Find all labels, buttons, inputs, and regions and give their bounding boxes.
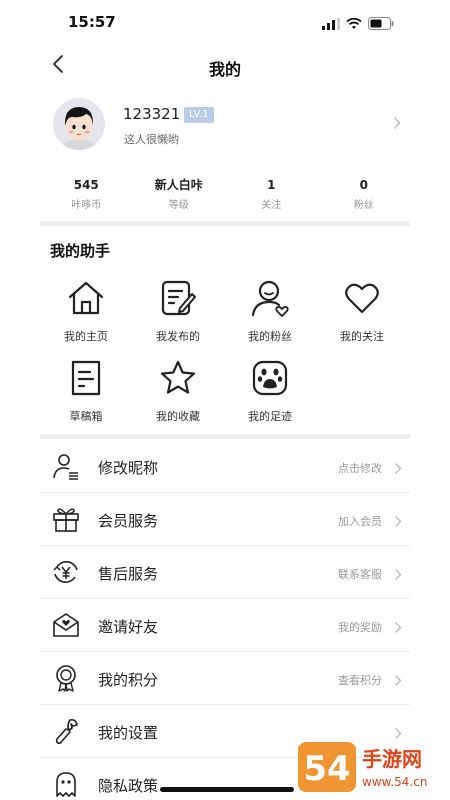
stat-label: 咔哆币 [71, 200, 102, 211]
chevron-right-icon [394, 566, 402, 585]
grid-item-following[interactable]: 我的关注 [316, 278, 408, 346]
chevron-right-icon [394, 672, 402, 691]
grid-label: 我的关注 [340, 330, 384, 343]
ghost-icon [52, 770, 80, 798]
page-title: 我的 [208, 60, 241, 79]
profile-edit-icon [52, 452, 80, 480]
section-divider [40, 434, 410, 439]
draft-icon [66, 358, 106, 398]
stat-value: 0 [359, 178, 368, 192]
username: 123321 [123, 105, 181, 123]
grid-label: 我的足迹 [248, 410, 292, 423]
grid-label: 我发布的 [156, 330, 200, 343]
menu-row-edit-nickname[interactable]: 修改昵称 点击修改 [40, 440, 410, 493]
watermark-text-b: www.54.cn [362, 775, 427, 789]
menu-label: 我的积分 [98, 671, 159, 689]
menu-label: 邀请好友 [98, 618, 159, 636]
stat-value: 545 [73, 178, 99, 192]
edit-note-icon [158, 278, 198, 318]
avatar[interactable] [53, 98, 105, 150]
stat-label: 等级 [168, 200, 189, 211]
menu-row-after-sales[interactable]: 售后服务 联系客服 [40, 546, 410, 599]
chevron-right-icon [394, 513, 402, 532]
grid-item-home[interactable]: 我的主页 [40, 278, 132, 346]
menu-hint: 查看积分 [338, 674, 382, 687]
menu-label: 会员服务 [98, 512, 159, 530]
menu-hint: 点击修改 [338, 462, 382, 475]
stat-fans[interactable]: 0 粉丝 [318, 176, 411, 216]
status-bar: 15:57 [0, 0, 450, 44]
chevron-right-icon [394, 619, 402, 638]
stat-label: 关注 [261, 200, 282, 211]
site-watermark: 54 手游网 www.54.cn [298, 738, 448, 796]
stat-value: 1 [267, 178, 276, 192]
status-time: 15:57 [68, 13, 116, 31]
invite-mail-icon [52, 611, 80, 639]
stat-level[interactable]: 新人白咔 等级 [133, 176, 226, 216]
menu-hint: 我的奖励 [338, 621, 382, 634]
status-icons [322, 15, 394, 34]
signal-icon [322, 15, 340, 34]
battery-icon [368, 15, 394, 34]
watermark-text-a: 手游网 [362, 747, 422, 771]
stat-label: 粉丝 [353, 200, 374, 211]
fans-icon [250, 278, 290, 318]
stat-following[interactable]: 1 关注 [225, 176, 318, 216]
user-bio: 这人很懒哟 [124, 133, 179, 146]
menu-label: 售后服务 [98, 565, 159, 583]
nav-bar: 我的 [0, 44, 450, 88]
grid-item-drafts[interactable]: 草稿箱 [40, 358, 132, 426]
paw-icon [250, 358, 290, 398]
grid-label: 我的粉丝 [248, 330, 292, 343]
watermark-big-text: 54 [303, 749, 350, 789]
section-title-assistant: 我的助手 [50, 242, 111, 260]
heart-icon [342, 278, 382, 318]
grid-label: 我的主页 [64, 330, 108, 343]
chevron-right-icon [394, 460, 402, 479]
grid-item-favorites[interactable]: 我的收藏 [132, 358, 224, 426]
grid-item-footprints[interactable]: 我的足迹 [224, 358, 316, 426]
grid-item-published[interactable]: 我发布的 [132, 278, 224, 346]
menu-label: 隐私政策 [98, 777, 159, 795]
menu-row-invite[interactable]: 邀请好友 我的奖励 [40, 599, 410, 652]
grid-label: 草稿箱 [69, 410, 103, 423]
stat-value: 新人白咔 [154, 178, 203, 192]
wifi-icon [346, 15, 362, 34]
grid-item-fans[interactable]: 我的粉丝 [224, 278, 316, 346]
wrench-icon [52, 717, 80, 745]
grid-label: 我的收藏 [156, 410, 200, 423]
menu-label: 我的设置 [98, 724, 159, 742]
menu-row-membership[interactable]: 会员服务 加入会员 [40, 493, 410, 546]
chevron-right-icon [393, 115, 401, 134]
home-icon [66, 278, 106, 318]
menu-label: 修改昵称 [98, 459, 159, 477]
menu-row-points[interactable]: 我的积分 查看积分 [40, 652, 410, 705]
gift-icon [52, 505, 80, 533]
medal-icon [52, 664, 80, 692]
menu-hint: 加入会员 [338, 515, 382, 528]
yen-refresh-icon [52, 558, 80, 586]
level-badge: LV.1 [184, 107, 214, 123]
star-icon [158, 358, 198, 398]
profile-card[interactable]: 123321 LV.1 这人很懒哟 [0, 95, 450, 155]
menu-hint: 联系客服 [338, 568, 382, 581]
home-indicator [160, 787, 294, 792]
stat-coins[interactable]: 545 咔哆币 [40, 176, 133, 216]
section-divider [40, 221, 410, 226]
user-stats: 545 咔哆币 新人白咔 等级 1 关注 0 粉丝 [40, 176, 410, 216]
